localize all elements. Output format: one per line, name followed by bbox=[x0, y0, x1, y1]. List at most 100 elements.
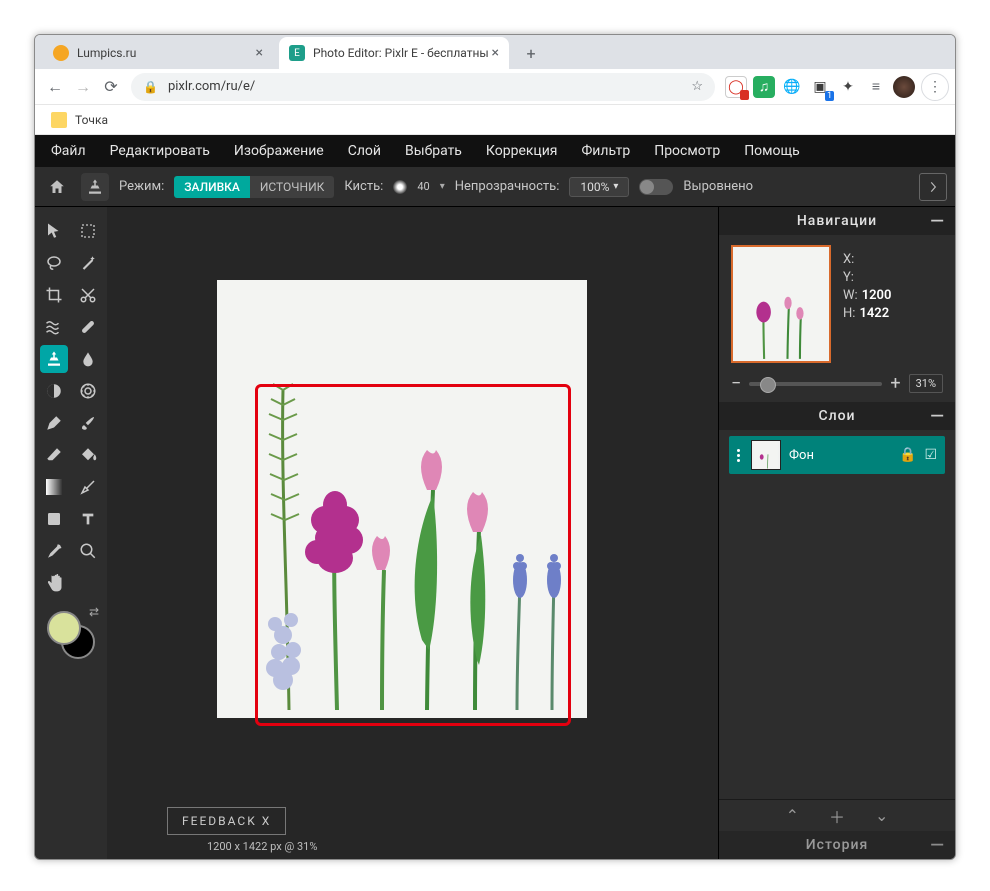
tool-heal[interactable] bbox=[74, 313, 102, 341]
canvas-area[interactable]: FEEDBACK X 1200 x 1422 px @ 31% bbox=[107, 207, 718, 859]
extension-row: ◯5 ♫ 🌐 ▣1 ✦ ≡ ⋮ bbox=[721, 73, 949, 101]
tool-crop[interactable] bbox=[40, 281, 68, 309]
zoom-slider[interactable] bbox=[749, 382, 882, 386]
new-tab-button[interactable]: + bbox=[517, 39, 545, 67]
nav-panel-header[interactable]: Навигации — bbox=[719, 207, 955, 235]
tool-clone[interactable] bbox=[40, 345, 68, 373]
right-panel: Навигации — bbox=[718, 207, 955, 859]
tool-eyedropper[interactable] bbox=[40, 537, 68, 565]
home-icon[interactable] bbox=[43, 173, 71, 201]
tool-marquee[interactable] bbox=[74, 217, 102, 245]
tab-title: Photo Editor: Pixlr E - бесплатны bbox=[313, 46, 489, 60]
menu-view[interactable]: Просмотр bbox=[642, 143, 732, 159]
tool-dodge[interactable] bbox=[40, 377, 68, 405]
chevron-down-icon[interactable]: ▾ bbox=[440, 181, 445, 192]
tool-gradient[interactable] bbox=[40, 473, 68, 501]
feedback-button[interactable]: FEEDBACK X bbox=[167, 807, 286, 835]
tool-arrow[interactable] bbox=[40, 217, 68, 245]
aligned-toggle[interactable] bbox=[639, 179, 673, 195]
pixlr-app: Файл Редактировать Изображение Слой Выбр… bbox=[35, 135, 955, 859]
tool-blur[interactable] bbox=[74, 345, 102, 373]
layer-down[interactable]: ⌄ bbox=[875, 806, 888, 825]
mode-label: Режим: bbox=[119, 179, 164, 194]
ext-box[interactable]: ▣1 bbox=[809, 76, 831, 98]
favicon-lumpics bbox=[53, 45, 69, 61]
menu-filter[interactable]: Фильтр bbox=[570, 143, 643, 159]
menu-select[interactable]: Выбрать bbox=[393, 143, 474, 159]
reload-button[interactable]: ⟳ bbox=[97, 73, 125, 101]
zoom-out[interactable]: − bbox=[731, 373, 741, 394]
bookmark-label: Точка bbox=[75, 113, 108, 127]
tool-text[interactable] bbox=[74, 505, 102, 533]
tool-lasso[interactable] bbox=[40, 249, 68, 277]
mode-source[interactable]: ИСТОЧНИК bbox=[250, 176, 335, 198]
tool-wand[interactable] bbox=[74, 249, 102, 277]
star-icon[interactable]: ☆ bbox=[691, 79, 703, 94]
chrome-menu[interactable]: ⋮ bbox=[921, 73, 949, 101]
tool-replace-color[interactable] bbox=[74, 473, 102, 501]
close-icon[interactable]: × bbox=[256, 45, 263, 61]
layers-title: Слои bbox=[818, 408, 855, 424]
tool-brush[interactable] bbox=[74, 409, 102, 437]
close-icon[interactable]: × bbox=[492, 45, 499, 61]
swap-icon[interactable]: ⇄ bbox=[89, 605, 99, 619]
zoom-value[interactable]: 31% bbox=[909, 374, 943, 393]
mode-fill[interactable]: ЗАЛИВКА bbox=[174, 176, 250, 198]
tool-zoom[interactable] bbox=[74, 537, 102, 565]
brush-preview-icon[interactable] bbox=[393, 180, 407, 194]
layers-panel-header[interactable]: Слои — bbox=[719, 402, 955, 430]
ext-globe[interactable]: 🌐 bbox=[781, 76, 803, 98]
swatch-front[interactable] bbox=[47, 611, 81, 645]
layer-name: Фон bbox=[789, 448, 814, 463]
nav-y-label: Y: bbox=[843, 270, 854, 285]
ext-list-icon[interactable]: ≡ bbox=[865, 76, 887, 98]
tool-liquify[interactable] bbox=[40, 313, 68, 341]
layer-background[interactable]: Фон 🔒 ☑ bbox=[729, 436, 945, 474]
menu-edit[interactable]: Редактировать bbox=[98, 143, 222, 159]
visibility-icon[interactable]: ☑ bbox=[924, 447, 937, 463]
expand-panel-icon[interactable] bbox=[919, 173, 947, 201]
menu-help[interactable]: Помощь bbox=[732, 143, 812, 159]
tool-cut[interactable] bbox=[74, 281, 102, 309]
mode-segment: ЗАЛИВКА ИСТОЧНИК bbox=[174, 176, 334, 198]
collapse-icon[interactable]: — bbox=[930, 211, 945, 232]
ext-adblock[interactable]: ◯5 bbox=[725, 76, 747, 98]
url-field[interactable]: 🔒 pixlr.com/ru/e/ ☆ bbox=[131, 73, 715, 101]
brush-label: Кисть: bbox=[344, 179, 383, 194]
lock-icon[interactable]: 🔒 bbox=[899, 447, 916, 463]
ext-music[interactable]: ♫ bbox=[753, 76, 775, 98]
back-button[interactable]: ← bbox=[41, 73, 69, 101]
nav-thumbnail[interactable] bbox=[731, 245, 831, 363]
history-panel-header[interactable]: История — bbox=[719, 831, 955, 859]
brush-size: 40 bbox=[417, 180, 429, 193]
tool-hand[interactable] bbox=[40, 569, 68, 597]
menu-image[interactable]: Изображение bbox=[222, 143, 336, 159]
collapse-icon[interactable]: — bbox=[930, 406, 945, 427]
color-swatches[interactable]: ⇄ bbox=[47, 611, 95, 659]
tab-strip: Lumpics.ru × E Photo Editor: Pixlr E - б… bbox=[35, 35, 955, 69]
bookmark-tochka[interactable]: Точка bbox=[45, 109, 114, 131]
layer-add[interactable]: ＋ bbox=[829, 804, 845, 828]
favicon-pixlr: E bbox=[289, 45, 305, 61]
collapse-icon[interactable]: — bbox=[930, 835, 945, 856]
nav-info: X: Y: W:1200 H:1422 bbox=[843, 245, 891, 363]
zoom-in[interactable]: + bbox=[890, 373, 900, 394]
menu-adjust[interactable]: Коррекция bbox=[474, 143, 570, 159]
tool-sponge[interactable] bbox=[74, 377, 102, 405]
tool-shape[interactable] bbox=[40, 505, 68, 533]
profile-avatar[interactable] bbox=[893, 76, 915, 98]
menu-layer[interactable]: Слой bbox=[336, 143, 393, 159]
layer-up[interactable]: ⌃ bbox=[786, 806, 799, 825]
clone-stamp-icon[interactable] bbox=[81, 173, 109, 201]
tool-fill[interactable] bbox=[74, 441, 102, 469]
drag-handle-icon[interactable] bbox=[737, 449, 743, 462]
tab-pixlr[interactable]: E Photo Editor: Pixlr E - бесплатны × bbox=[279, 37, 509, 69]
menu-file[interactable]: Файл bbox=[39, 143, 98, 159]
tab-lumpics[interactable]: Lumpics.ru × bbox=[43, 37, 273, 69]
tool-eraser[interactable] bbox=[40, 441, 68, 469]
opacity-dropdown[interactable]: 100%▾ bbox=[569, 177, 629, 197]
ext-puzzle-icon[interactable]: ✦ bbox=[837, 76, 859, 98]
chevron-down-icon: ▾ bbox=[613, 181, 618, 192]
forward-button[interactable]: → bbox=[69, 73, 97, 101]
tool-pen[interactable] bbox=[40, 409, 68, 437]
